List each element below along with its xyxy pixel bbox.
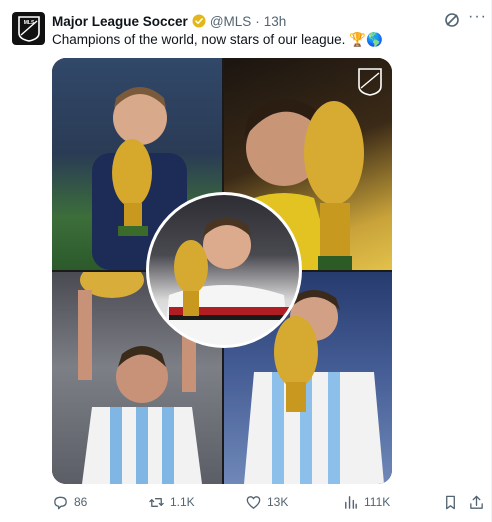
more-options-icon[interactable]: ··· [468,9,486,28]
views-chart-icon [345,495,357,509]
views-count: 111K [364,495,391,509]
mls-logo-icon: MLS [17,15,40,42]
repost-icon [149,497,164,507]
repost-button[interactable]: 1.1K [148,491,195,513]
verified-badge-icon[interactable] [192,14,206,28]
share-icon [470,495,483,509]
post-text: Champions of the world, now stars of our… [52,32,383,47]
like-button[interactable]: 13K [245,491,288,513]
reply-button[interactable]: 86 [52,491,87,513]
reply-icon [54,496,67,509]
grok-icon[interactable] [443,11,461,29]
author-name[interactable]: Major League Soccer [52,14,188,29]
reply-count: 86 [74,495,88,509]
like-count: 13K [267,495,289,509]
share-button[interactable] [468,491,485,513]
mls-watermark-icon [358,68,382,96]
post-card[interactable]: MLS Major League Soccer @MLS · 13h ··· C… [0,0,492,522]
heart-icon [246,495,261,509]
photo-player-center-circle [146,192,302,348]
separator-dot: · [255,13,260,29]
repost-count: 1.1K [170,495,195,509]
post-header: Major League Soccer @MLS · 13h [52,12,286,30]
bookmark-button[interactable] [442,491,459,513]
post-image[interactable] [52,58,392,484]
svg-text:MLS: MLS [23,20,34,26]
bookmark-icon [446,495,455,509]
avatar[interactable]: MLS [12,12,45,45]
author-handle[interactable]: @MLS [210,14,251,29]
post-time[interactable]: 13h [264,14,287,29]
views-button[interactable]: 111K [342,491,390,513]
post-actions: 86 1.1K 13K 111K [52,491,484,513]
